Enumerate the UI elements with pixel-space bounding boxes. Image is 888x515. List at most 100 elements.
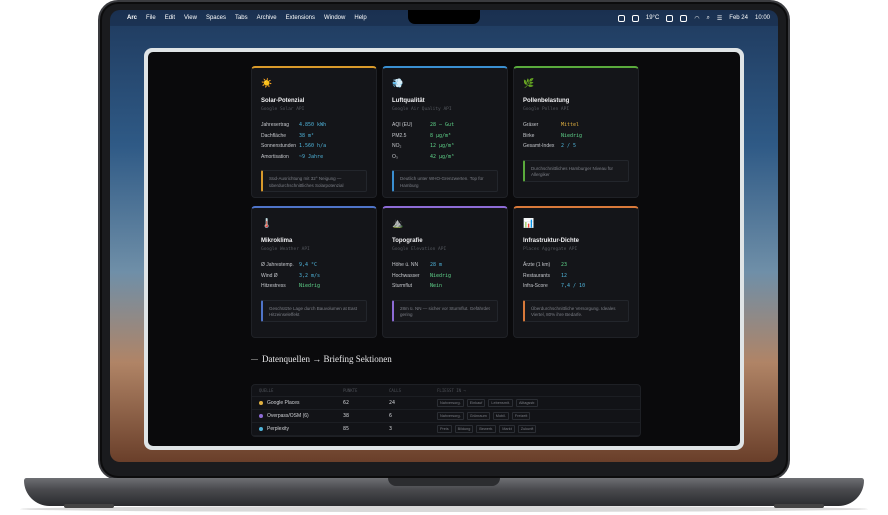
card-row-value: 23 [561,262,568,269]
section-heading: Datenquellen → Briefing Sektionen [251,354,392,364]
card-row-label: Ø Jahrestemp. [261,262,294,269]
card-note: 28m ü. NN — sicher vor Sturmflut. Gefähr… [392,299,498,322]
menu-tabs[interactable]: Tabs [235,15,248,21]
source-name: Google Places [259,400,343,406]
card-icon: ☀️ [261,78,273,88]
web-content: ☀️ Solar-Potenzial Google Solar API Jahr… [148,52,740,446]
card-row-label: Sturmflut [392,283,413,290]
menu-spaces[interactable]: Spaces [206,15,226,21]
card-row: Gesamt-Index 2 / 5 [523,141,629,152]
menu-window[interactable]: Window [324,15,345,21]
table-row[interactable]: Perplexity 85 3 Preis Bildung Bewerb. Markt… [252,423,640,436]
section-tag: Grünraum [466,412,490,420]
section-tag: Zukunft [517,425,537,433]
card-source: Google Pollen API [523,107,570,112]
card-row-label: Dachfläche [261,132,287,139]
menu-extensions[interactable]: Extensions [286,15,315,21]
wifi-icon[interactable]: ◠ [694,15,699,22]
card-row-value: 9,4 °C [299,262,318,269]
card-row-value: Nein [430,283,443,290]
source-punkte: 62 [343,400,350,406]
table-row[interactable]: Overpass/OSM (6) 38 6 Nahversorg. Grünrau… [252,410,640,423]
sources-table: QUELLE PUNKTE CALLS FLIESST IN → Google … [251,384,641,437]
menu-help[interactable]: Help [354,15,366,21]
card-icon: 📊 [523,218,535,228]
card-row-value: 2 / 5 [561,143,577,150]
camera-notch [408,10,480,24]
card-source: Places Aggregate API [523,247,578,252]
search-icon[interactable]: ⌕ [707,15,710,22]
source-dot-icon [259,414,263,418]
data-card: 🌡️ Mikroklima Google Weather API Ø Jahre… [251,206,377,338]
source-tags: Nahversorg. Grünraum Mobil. Freizeit [437,412,531,420]
card-note: Durchschnittliches Hamburger Niveau für … [523,159,629,182]
weather-temp[interactable]: 19°C [646,15,659,21]
display-icon[interactable] [666,14,674,22]
card-row-value: Mittel [561,122,580,129]
section-tag: Preis [437,425,452,433]
source-name: Perplexity [259,426,343,432]
source-punkte: 85 [343,426,350,432]
card-row: Jahresertrag 4.850 kWh [261,120,367,131]
data-cards-grid: ☀️ Solar-Potenzial Google Solar API Jahr… [251,66,641,338]
source-label: Perplexity [267,426,289,432]
table-body: Google Places 62 24 Nahversorg. Einkauf Le… [252,397,640,436]
card-row: Sonnenstunden 1.560 h/a [261,141,367,152]
card-title: Pollenbelastung [523,98,570,104]
card-row-label: Jahresertrag [261,122,290,129]
card-row-value: 38 m² [299,132,315,139]
data-card: 📊 Infrastruktur-Dichte Places Aggregate … [513,206,639,338]
card-source: Google Air Quality API [392,107,452,112]
header-fliesst: FLIESST IN → [437,388,466,393]
section-tag: Lebensmit. [488,399,513,407]
section-tag: Mobil. [492,412,509,420]
card-note: Geschützte Lage durch Bauvolumen at East… [261,299,367,322]
card-note: Süd-Ausrichtung mit 32° Neigung — überdu… [261,170,367,192]
menubar-date: Feb 24 [729,15,748,21]
card-row-value: Niedrig [561,132,583,139]
battery-icon[interactable] [680,14,688,22]
table-row[interactable]: Google Places 62 24 Nahversorg. Einkauf Le… [252,397,640,410]
card-row-value: Niedrig [299,283,321,290]
source-tags: Preis Bildung Bewerb. Markt Zukunft [437,425,537,433]
card-row-value: 28 m [430,262,443,269]
control-center-icon[interactable]: ☰ [717,15,722,22]
source-calls: 24 [389,400,396,406]
menu-file[interactable]: File [146,15,156,21]
card-row-value: 12 [561,272,568,279]
menu-edit[interactable]: Edit [165,15,175,21]
card-row: NO₂ 12 µg/m³ [392,141,498,152]
section-tag: Freizeit [511,412,531,420]
extension-icon[interactable] [617,14,625,22]
header-punkte: PUNKTE [343,388,358,393]
menu-archive[interactable]: Archive [257,15,277,21]
card-source: Google Weather API [261,247,310,252]
header-calls: CALLS [389,388,402,393]
stats-icon[interactable] [631,14,639,22]
source-label: Google Places [267,400,300,406]
source-tags: Nahversorg. Einkauf Lebensmit. Alltagsstr. [437,399,539,407]
card-row-label: PM2.5 [392,132,407,139]
menu-app-name[interactable]: Arc [127,15,137,21]
data-card: 💨 Luftqualität Google Air Quality API AQ… [382,66,508,198]
card-row-label: Sonnenstunden [261,143,297,150]
source-dot-icon [259,401,263,405]
menubar-status: 19°C ◠ ⌕ ☰ Feb 24 10:00 [617,14,770,22]
section-dash [251,359,258,361]
section-tag: Nahversorg. [437,412,464,420]
laptop-hinge [388,478,500,486]
table-header: QUELLE PUNKTE CALLS FLIESST IN → [252,385,640,397]
card-row-value: 12 µg/m³ [430,143,455,150]
laptop-shadow [20,506,868,512]
menu-view[interactable]: View [184,15,197,21]
source-dot-icon [259,427,263,431]
card-title: Luftqualität [392,98,425,104]
card-row-value: 28 — Gut [430,122,455,129]
source-calls: 3 [389,426,393,432]
card-row-label: Gräser [523,122,539,129]
card-row: Höhe ü. NN 28 m [392,260,498,271]
card-row-label: Infra-Score [523,283,548,290]
data-card: ⛰️ Topografie Google Elevation API Höhe … [382,206,508,338]
card-row-label: Restaurants [523,272,550,279]
card-row-label: Amortisation [261,153,289,160]
